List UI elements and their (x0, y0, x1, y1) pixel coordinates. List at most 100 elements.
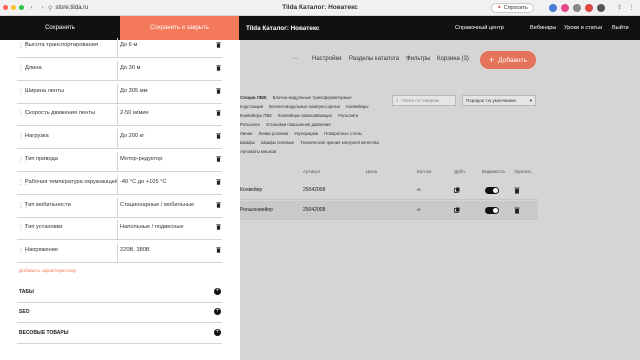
visibility-toggle[interactable] (485, 187, 499, 194)
characteristic-name-input[interactable]: Тип мобильности (25, 202, 117, 208)
characteristic-name-input[interactable]: Скорость движения ленты (25, 110, 117, 116)
characteristic-value-input[interactable]: До 200 кг (120, 133, 144, 139)
characteristic-row[interactable]: ⋮⋮ Нагрузка До 200 кг (17, 129, 222, 150)
trash-icon[interactable] (216, 133, 221, 139)
extension-icon[interactable] (561, 4, 569, 12)
trash-icon[interactable] (216, 110, 221, 117)
product-name[interactable]: Конвейер (240, 187, 262, 193)
cart-link[interactable]: Корзина (3) (437, 56, 469, 62)
field-divider (117, 243, 118, 264)
characteristic-value-input[interactable]: -40 °С до +105 °С (120, 179, 167, 185)
characteristic-value-input[interactable]: Мотор-редуктор (120, 156, 162, 162)
category-item[interactable]: Шкафы (240, 140, 255, 145)
catalog-sections-link[interactable]: Разделы каталога (349, 56, 399, 62)
trash-icon[interactable] (216, 179, 221, 185)
characteristic-row[interactable]: ⋮⋮ Высота транспортирования До 6 м (17, 38, 222, 58)
extension-icon[interactable] (573, 4, 581, 12)
duplicate-icon[interactable] (454, 187, 460, 193)
help-center-link[interactable]: Справочный центр (455, 16, 504, 40)
category-item[interactable]: Линии розлива (258, 131, 288, 136)
category-item[interactable]: Рольганги (240, 122, 260, 127)
characteristic-name-input[interactable]: Высота транспортирования (25, 42, 117, 48)
duplicate-icon[interactable] (454, 207, 460, 213)
trash-icon[interactable] (514, 187, 520, 194)
category-line: Автоматы мешков (240, 149, 390, 154)
menu-icon[interactable]: ⋮ (628, 4, 635, 11)
ask-button[interactable]: ✦ Спросить (491, 3, 534, 13)
characteristic-row[interactable]: ⋮⋮ Ширина ленты До 305 мм (17, 83, 222, 104)
characteristic-value-input[interactable]: До 30 м (120, 65, 140, 71)
characteristic-name-input[interactable]: Нагрузка (25, 133, 117, 139)
section-2[interactable]: ВЕСОВЫЕ ТОВАРЫ + (17, 324, 222, 344)
characteristic-row[interactable]: ⋮⋮ Тип мобильности Стационарные / мобильны… (17, 197, 222, 218)
characteristic-row[interactable]: ⋮⋮ Длина До 30 м (17, 60, 222, 81)
more-button[interactable]: ··· (292, 56, 298, 62)
characteristic-name-input[interactable]: Напряжение (25, 247, 117, 253)
profile-avatar[interactable] (597, 4, 605, 12)
category-item[interactable]: Поворотные столы (324, 131, 362, 136)
characteristic-row[interactable]: ⋮⋮Рабочая температура окружающей среды-4… (17, 174, 222, 195)
characteristic-value-input[interactable]: Напольные / подвесные (120, 224, 184, 230)
table-row[interactable]: Конвейер 25042008 ∞ (240, 181, 538, 200)
product-edit-panel: ⋮⋮ Высота транспортирования До 6 м ⋮⋮ Длина Д… (0, 38, 240, 360)
trash-icon[interactable] (216, 65, 221, 71)
visibility-toggle[interactable] (485, 207, 499, 214)
product-name[interactable]: Рольконвейер (240, 207, 273, 213)
category-item[interactable]: Линии (240, 131, 252, 136)
add-characteristic-link[interactable]: Добавить характеристику (19, 269, 76, 274)
lessons-link[interactable]: Уроки и статьи (564, 16, 602, 40)
characteristic-name-input[interactable]: Тип привода (25, 156, 117, 162)
filters-link[interactable]: Фильтры (406, 56, 430, 62)
trash-icon[interactable] (216, 42, 221, 48)
category-item[interactable]: Блочно-модульные трансформаторные (273, 95, 352, 100)
category-item[interactable]: Техническое зрение контроля качества (300, 140, 378, 145)
save-and-close-button[interactable]: Сохранить и закрыть (120, 16, 239, 40)
characteristic-row[interactable]: ⋮⋮ Скорость движения ленты 2-50 м/мин (17, 106, 222, 127)
characteristic-value-input[interactable]: До 6 м (120, 42, 137, 48)
expand-plus-icon[interactable]: + (214, 288, 221, 295)
characteristic-name-input[interactable]: Ширина ленты (25, 88, 117, 94)
category-item[interactable]: подстанции (240, 104, 263, 109)
category-item[interactable]: Шкафы силовые (261, 140, 294, 145)
trash-icon[interactable] (216, 87, 221, 94)
characteristic-value-input[interactable]: До 305 мм (120, 88, 148, 94)
characteristic-value-input[interactable]: 2-50 м/мин (120, 110, 149, 116)
category-item[interactable]: Автоматы мешков (240, 149, 276, 154)
extension-icon[interactable] (549, 4, 557, 12)
sort-select[interactable]: Порядок: по умолчанию ▾ (462, 95, 536, 106)
section-1[interactable]: SEO + (17, 303, 222, 323)
category-item[interactable]: Конвейеры ПВХ (240, 113, 272, 118)
trash-icon[interactable] (216, 201, 221, 208)
characteristic-row[interactable]: ⋮⋮ Тип привода Мотор-редуктор (17, 152, 222, 172)
characteristic-name-input[interactable]: Длина (25, 65, 117, 71)
characteristic-name-input[interactable]: Рабочая температура окружающей среды (25, 179, 117, 185)
characteristic-value-input[interactable]: 220В, 380В (120, 247, 150, 253)
category-item[interactable]: Установки повышения давления (266, 122, 331, 127)
characteristic-value-input[interactable]: Стационарные / мобильные (120, 202, 194, 208)
save-button[interactable]: Сохранить (0, 16, 120, 40)
trash-icon[interactable] (216, 247, 221, 253)
category-item[interactable]: Конвейеры (346, 104, 368, 109)
trash-icon[interactable] (514, 207, 520, 214)
characteristic-name-input[interactable]: Тип установки (25, 224, 117, 230)
category-item[interactable]: Рольганги (338, 113, 358, 118)
trash-icon[interactable] (216, 224, 221, 231)
share-icon[interactable]: ⇪ (616, 4, 623, 11)
category-item[interactable]: Блочно-модульные компрессорные (269, 104, 340, 109)
table-row[interactable]: Рольконвейер 25042008 ∞ (240, 201, 538, 220)
webinars-link[interactable]: Вебинары (530, 16, 556, 40)
trash-icon[interactable] (216, 156, 221, 162)
expand-plus-icon[interactable]: + (214, 308, 221, 315)
add-product-button[interactable]: + Добавить (480, 51, 536, 69)
logout-link[interactable]: Выйти (612, 16, 629, 40)
extension-icon[interactable] (585, 4, 593, 12)
category-item[interactable]: Секции ЛВЖ (240, 95, 267, 100)
characteristic-row[interactable]: ⋮⋮ Тип установки Напольные / подвесные (17, 220, 222, 241)
settings-link[interactable]: Настройки (312, 56, 341, 62)
category-item[interactable]: Укупорщики (294, 131, 318, 136)
expand-plus-icon[interactable]: + (214, 329, 221, 336)
section-0[interactable]: ТАБЫ + (17, 283, 222, 303)
characteristic-row[interactable]: ⋮⋮ Напряжение 220В, 380В (17, 243, 222, 264)
search-input[interactable]: ⌕ Поиск по товарам (392, 95, 456, 106)
category-item[interactable]: Конвейеры взвешивающие (278, 113, 332, 118)
